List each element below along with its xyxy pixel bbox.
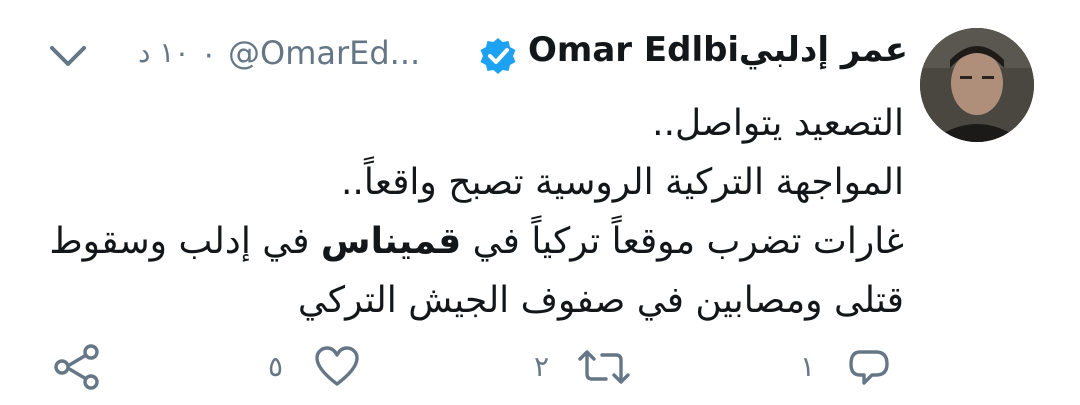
tweet-timestamp[interactable]: ١٠ د bbox=[138, 36, 189, 69]
tweet-body-line: قتلى ومصابين في صفوف الجيش التركي bbox=[297, 280, 904, 321]
verified-badge-icon bbox=[480, 38, 516, 74]
reply-icon[interactable] bbox=[846, 344, 892, 390]
retweet-icon[interactable] bbox=[578, 344, 630, 390]
author-name-latin[interactable]: Omar Edlbi bbox=[528, 30, 739, 70]
retweet-count: ٢ bbox=[534, 350, 550, 383]
avatar[interactable] bbox=[920, 28, 1034, 142]
tweet: ١٠ د · @OmarEd... Omar Edlbi عمر إدلبي ا… bbox=[0, 0, 1080, 405]
tweet-body: التصعيد يتواصل.. المواجهة التركية الروسي… bbox=[49, 94, 904, 330]
reply-count: ١ bbox=[800, 350, 816, 383]
share-icon[interactable] bbox=[52, 342, 102, 392]
tweet-body-bold: قميناس bbox=[320, 221, 462, 262]
separator-dot: · bbox=[204, 39, 214, 74]
tweet-body-line: المواجهة التركية الروسية تصبح واقعاً.. bbox=[340, 162, 904, 203]
like-count: ٥ bbox=[268, 350, 284, 383]
author-name-arabic[interactable]: عمر إدلبي bbox=[739, 30, 908, 70]
tweet-body-line: التصعيد يتواصل.. bbox=[652, 103, 904, 144]
tweet-body-segment: في إدلب وسقوط bbox=[49, 221, 321, 262]
author-handle[interactable]: @OmarEd... bbox=[228, 34, 420, 72]
tweet-actions: ١ ٢ ٥ bbox=[0, 330, 1080, 400]
tweet-body-line: غارات تضرب موقعاً تركياً في قميناس في إد… bbox=[49, 212, 904, 271]
chevron-down-icon[interactable] bbox=[46, 40, 90, 76]
avatar-image bbox=[920, 28, 1034, 142]
tweet-body-segment: غارات تضرب موقعاً تركياً في bbox=[461, 221, 904, 262]
heart-icon[interactable] bbox=[314, 344, 360, 390]
